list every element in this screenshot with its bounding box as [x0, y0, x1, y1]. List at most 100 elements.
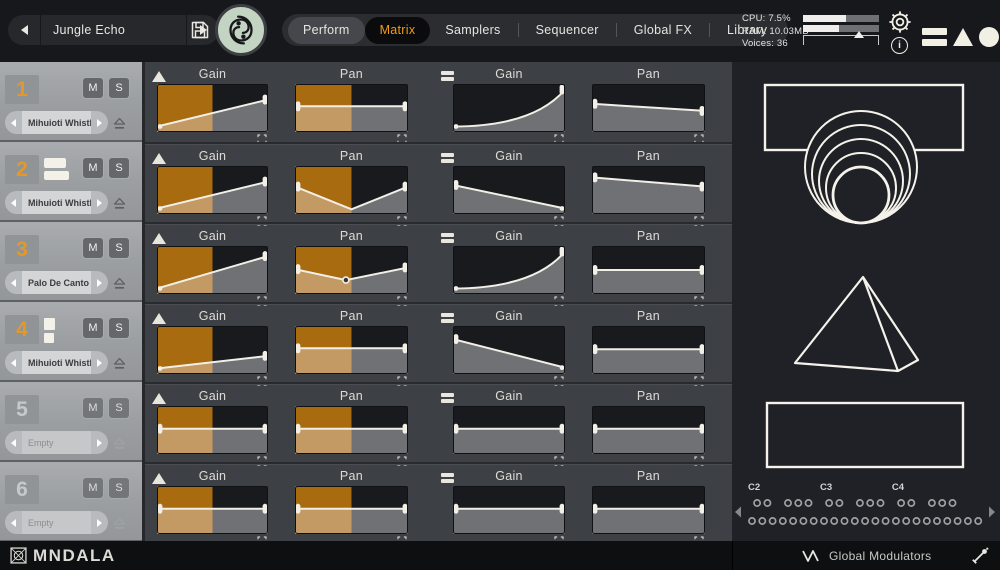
next-sample-arrow-icon[interactable] — [91, 351, 108, 374]
gain-curve-cell[interactable] — [453, 326, 565, 374]
ram-stat: RAM: 10.03MB — [742, 26, 809, 39]
save-preset-icon[interactable] — [190, 20, 210, 45]
prev-sample-arrow-icon[interactable] — [5, 351, 22, 374]
mute-button[interactable]: M — [82, 477, 104, 499]
slot-preset-name: Mihuioti Whistle F... — [22, 191, 91, 214]
slot-preset-selector[interactable]: Mihuioti Whistle S... — [5, 111, 108, 134]
slot-preset-selector[interactable]: Empty — [5, 511, 108, 534]
gain-curve-cell[interactable] — [157, 486, 268, 534]
gain-label: Gain — [157, 229, 268, 243]
tab-separator — [616, 23, 617, 37]
gain-curve-cell[interactable] — [453, 406, 565, 454]
next-sample-arrow-icon[interactable] — [91, 191, 108, 214]
solo-button[interactable]: S — [108, 237, 130, 259]
mute-button[interactable]: M — [82, 77, 104, 99]
slot-number: 3 — [5, 235, 39, 264]
mute-button[interactable]: M — [82, 397, 104, 419]
tab-samplers[interactable]: Samplers — [430, 17, 515, 44]
slot-preset-selector[interactable]: Palo De Canto Sh... — [5, 271, 108, 294]
pan-curve-cell[interactable] — [295, 406, 408, 454]
range-slider[interactable] — [803, 35, 879, 45]
prev-sample-arrow-icon[interactable] — [5, 511, 22, 534]
range-marker-icon[interactable] — [854, 31, 864, 38]
gain-curve-cell[interactable] — [157, 84, 268, 132]
pan-label: Pan — [592, 309, 705, 323]
pan-curve-cell[interactable] — [592, 84, 705, 132]
pan-curve-cell[interactable] — [592, 406, 705, 454]
next-sample-arrow-icon[interactable] — [91, 511, 108, 534]
tab-perform[interactable]: Perform — [288, 17, 365, 44]
gain-curve-cell[interactable] — [157, 326, 268, 374]
tab-separator — [709, 23, 710, 37]
mute-button[interactable]: M — [82, 157, 104, 179]
eject-icon[interactable] — [113, 517, 126, 535]
slot-number: 5 — [5, 395, 39, 424]
pan-curve-cell[interactable] — [592, 326, 705, 374]
prev-sample-arrow-icon[interactable] — [5, 431, 22, 454]
sampler-slot-3: 3 MSPalo De Canto Sh... — [0, 222, 142, 302]
preset-name-field[interactable]: Jungle Echo — [41, 15, 186, 45]
performance-stats: CPU: 7.5% RAM: 10.03MB Voices: 36 — [742, 13, 809, 51]
solo-button[interactable]: S — [108, 397, 130, 419]
eject-icon[interactable] — [113, 117, 126, 135]
modulator-shapes: C2C3C4 — [732, 62, 1000, 541]
pan-curve-cell[interactable] — [295, 486, 408, 534]
slot-preset-selector[interactable]: Empty — [5, 431, 108, 454]
pan-label: Pan — [592, 149, 705, 163]
gain-curve-cell[interactable] — [157, 246, 268, 294]
gain-curve-cell[interactable] — [157, 166, 268, 214]
slot-preset-selector[interactable]: Mihuioti Whistle F... — [5, 191, 108, 214]
mute-button[interactable]: M — [82, 237, 104, 259]
solo-button[interactable]: S — [108, 157, 130, 179]
pan-curve-cell[interactable] — [295, 84, 408, 132]
brand-circle-icon — [979, 27, 999, 47]
pan-curve-cell[interactable] — [592, 166, 705, 214]
next-sample-arrow-icon[interactable] — [91, 431, 108, 454]
eject-icon[interactable] — [113, 437, 126, 455]
gain-label: Gain — [453, 149, 565, 163]
gain-curve-cell[interactable] — [453, 84, 565, 132]
solo-button[interactable]: S — [108, 317, 130, 339]
prev-preset-button[interactable] — [8, 15, 40, 45]
prev-sample-arrow-icon[interactable] — [5, 271, 22, 294]
gain-label: Gain — [157, 67, 268, 81]
gain-curve-cell[interactable] — [453, 166, 565, 214]
gain-curve-cell[interactable] — [453, 246, 565, 294]
meter-bar-1 — [803, 15, 879, 22]
eject-icon[interactable] — [113, 277, 126, 295]
pan-label: Pan — [295, 309, 408, 323]
pan-label: Pan — [295, 389, 408, 403]
pan-curve-cell[interactable] — [592, 246, 705, 294]
global-modulators-bar[interactable]: Global Modulators — [732, 541, 1000, 570]
brand-triangle-icon — [953, 28, 973, 46]
slot-preset-name: Mihuioti Whistle S... — [22, 111, 91, 134]
mute-button[interactable]: M — [82, 317, 104, 339]
solo-button[interactable]: S — [108, 477, 130, 499]
tab-global-fx[interactable]: Global FX — [619, 17, 707, 44]
pan-curve-cell[interactable] — [295, 166, 408, 214]
slot-preset-name: Empty — [22, 511, 91, 534]
eject-icon[interactable] — [113, 357, 126, 375]
brand-bars-icon — [922, 24, 947, 50]
pan-curve-cell[interactable] — [592, 486, 705, 534]
settings-gear-icon[interactable] — [887, 9, 913, 40]
info-icon[interactable]: i — [891, 37, 908, 54]
next-sample-arrow-icon[interactable] — [91, 271, 108, 294]
eject-icon[interactable] — [113, 197, 126, 215]
modulation-patch-icon[interactable] — [971, 547, 989, 565]
output-meters[interactable] — [803, 15, 879, 45]
gain-curve-cell[interactable] — [453, 486, 565, 534]
tab-sequencer[interactable]: Sequencer — [521, 17, 614, 44]
gain-curve-cell[interactable] — [157, 406, 268, 454]
mntra-logo[interactable] — [215, 4, 267, 56]
prev-sample-arrow-icon[interactable] — [5, 191, 22, 214]
solo-button[interactable]: S — [108, 77, 130, 99]
next-sample-arrow-icon[interactable] — [91, 111, 108, 134]
sampler-slot-1: 1MSMihuioti Whistle S... — [0, 62, 142, 142]
slot-number: 2 — [5, 155, 39, 184]
tab-matrix[interactable]: Matrix — [365, 17, 431, 44]
slot-preset-selector[interactable]: Mihuioti Whistle S... — [5, 351, 108, 374]
pan-curve-cell[interactable] — [295, 326, 408, 374]
prev-sample-arrow-icon[interactable] — [5, 111, 22, 134]
pan-curve-cell[interactable] — [295, 246, 408, 294]
